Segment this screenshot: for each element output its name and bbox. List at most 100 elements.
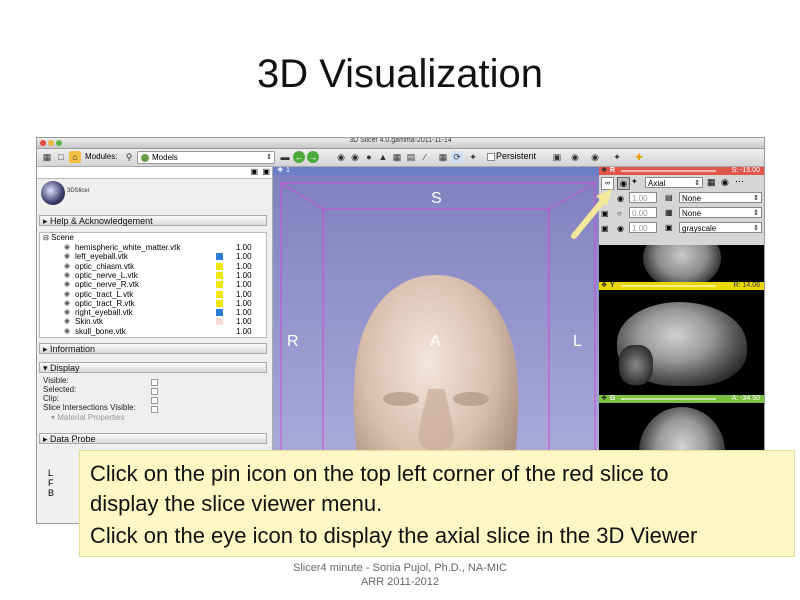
red-slice-slider[interactable] [621,170,716,172]
help-section-header[interactable]: ▸ Help & Acknowledgement [39,215,267,226]
model-color-swatch[interactable] [216,309,223,317]
model-row[interactable]: ◉ optic_tract_L.vtk 1.00 [40,290,266,299]
label-opacity-spinbox[interactable]: 0.00 [629,207,657,218]
visibility-eye-icon[interactable]: ◉ [64,328,70,336]
visibility-eye-icon[interactable]: ◉ [64,291,70,299]
visibility-eye-icon[interactable]: ◉ [64,281,70,289]
screenshot-icon[interactable]: ▣ [551,151,563,163]
module-selector[interactable]: Models ⇕ [137,151,275,164]
volume-opacity-spinbox[interactable]: 1.00 [629,222,657,233]
foreground-opacity-spinbox[interactable]: 1.00 [629,192,657,203]
panel-float-icon[interactable]: ▣ [250,167,258,176]
information-section-header[interactable]: ▸ Information [39,343,267,354]
visibility-eye-icon[interactable]: ◉ [64,253,70,261]
material-properties-row[interactable]: ▾ Material Properties [51,413,124,422]
transforms-icon[interactable]: ▲ [377,151,389,163]
eye-icon[interactable]: ◉ [617,177,630,190]
volumes-icon[interactable]: ◉ [349,151,361,163]
visibility-eye-icon[interactable]: ◉ [64,263,70,271]
model-row[interactable]: ◉ Skin.vtk 1.00 [40,318,266,326]
label-volume-selector[interactable]: None ⇕ [679,207,762,218]
back-icon[interactable]: ← [293,151,305,163]
rotate-view-icon[interactable]: ⟳ [451,151,463,163]
fit-icon[interactable]: ✦ [631,177,638,186]
visibility-eye-icon[interactable]: ◉ [64,272,70,280]
scene-node[interactable]: ⊟ Scene [43,234,74,243]
green-slice-pin-icon[interactable]: ❖ [601,395,607,403]
clip-checkbox[interactable] [151,397,158,404]
model-row[interactable]: ◉ skull_bone.vtk 1.00 [40,327,266,336]
crosshair-icon[interactable]: ✦ [467,151,479,163]
label-outline-icon[interactable]: ◉ [721,177,729,188]
visibility-eye-icon[interactable]: ◉ [64,318,70,326]
layout-icon[interactable]: ▦ [437,151,449,163]
model-row[interactable]: ◉ optic_nerve_R.vtk 1.00 [40,281,266,289]
orientation-selector[interactable]: Axial ⇕ [645,177,703,188]
volume-link-icon[interactable]: ▣ [601,224,609,233]
model-opacity[interactable]: 1.00 [236,299,252,308]
model-color-swatch[interactable] [216,290,223,298]
panel-close-icon[interactable]: ▣ [262,167,270,176]
model-opacity[interactable]: 1.00 [236,281,252,289]
model-opacity[interactable]: 1.00 [236,290,252,299]
more-options-icon[interactable]: ⋯ [735,176,744,187]
display-section-header[interactable]: ▾ Display [39,362,267,373]
model-color-swatch[interactable] [216,262,223,270]
visibility-eye-icon[interactable]: ◉ [64,309,70,317]
label-layer-icon[interactable]: ▦ [665,208,673,217]
chart-icon[interactable]: ▤ [405,151,417,163]
model-row[interactable]: ◉ optic_nerve_L.vtk 1.00 [40,271,266,280]
selected-checkbox[interactable] [151,388,158,395]
model-opacity[interactable]: 1.00 [236,318,252,326]
model-row[interactable]: ◉ hemispheric_white_matter.vtk 1.00 [40,244,266,252]
model-opacity[interactable]: 1.00 [236,271,252,280]
layers-icon[interactable]: ▦ [707,177,716,188]
models-icon[interactable]: ● [363,151,375,163]
model-color-swatch[interactable] [216,281,223,289]
green-slice-slider[interactable] [621,398,716,400]
model-opacity[interactable]: 1.00 [236,309,252,317]
module-history-icon[interactable]: ▬ [279,151,291,163]
slice-intersections-checkbox[interactable] [151,406,158,413]
data-icon[interactable]: ◉ [335,151,347,163]
link-icon[interactable]: ∞ [601,177,614,190]
model-color-swatch[interactable] [216,271,223,279]
background-volume-selector[interactable]: grayscale ⇕ [679,222,762,233]
volume-eye-icon[interactable]: ◉ [617,224,624,233]
visible-checkbox[interactable] [151,379,158,386]
foreground-layer-icon[interactable]: ▤ [665,193,673,202]
search-icon[interactable]: ⚲ [123,151,135,163]
mouse-mode-icon[interactable]: ✦ [611,151,623,163]
model-hierarchy-tree[interactable]: ⊟ Scene ◉ hemispheric_white_matter.vtk 1.0… [39,232,267,338]
red-slice-pin-icon[interactable]: ❖ [601,167,607,175]
model-opacity[interactable]: 1.00 [236,244,252,252]
tree-collapse-icon[interactable]: ⊟ [43,235,49,242]
visibility-eye-icon[interactable]: ◉ [64,300,70,308]
place-fiducial-icon[interactable]: ✚ [633,151,645,163]
model-color-swatch[interactable] [216,253,223,261]
extension-icon[interactable]: ◉ [569,151,581,163]
ruler-icon[interactable]: ∕ [419,151,431,163]
forward-icon[interactable]: → [307,151,319,163]
model-opacity[interactable]: 1.00 [236,327,252,336]
model-row[interactable]: ◉ left_eyeball.vtk 1.00 [40,253,266,261]
model-opacity[interactable]: 1.00 [236,253,252,261]
load-data-icon[interactable]: ▦ [41,151,53,163]
background-link-icon[interactable]: ▣ [601,209,609,218]
model-row[interactable]: ◉ optic_tract_R.vtk 1.00 [40,299,266,308]
model-row[interactable]: ◉ right_eyeball.vtk 1.00 [40,309,266,317]
visibility-eye-icon[interactable]: ◉ [64,244,70,252]
red-slice-view[interactable] [599,245,764,282]
save-icon[interactable]: □ [55,151,67,163]
home-icon[interactable]: ⌂ [69,151,81,163]
persistent-checkbox[interactable] [487,153,495,161]
volume-layer-icon[interactable]: ▣ [665,223,673,232]
model-opacity[interactable]: 1.00 [236,262,252,271]
editor-icon[interactable]: ▦ [391,151,403,163]
model-color-swatch[interactable] [216,318,223,326]
data-probe-section-header[interactable]: ▸ Data Probe [39,433,267,444]
yellow-slice-pin-icon[interactable]: ❖ [601,282,607,290]
yellow-slice-slider[interactable] [621,285,716,287]
foreground-link-icon[interactable]: ▣ [601,194,609,203]
model-color-swatch[interactable] [216,299,223,307]
